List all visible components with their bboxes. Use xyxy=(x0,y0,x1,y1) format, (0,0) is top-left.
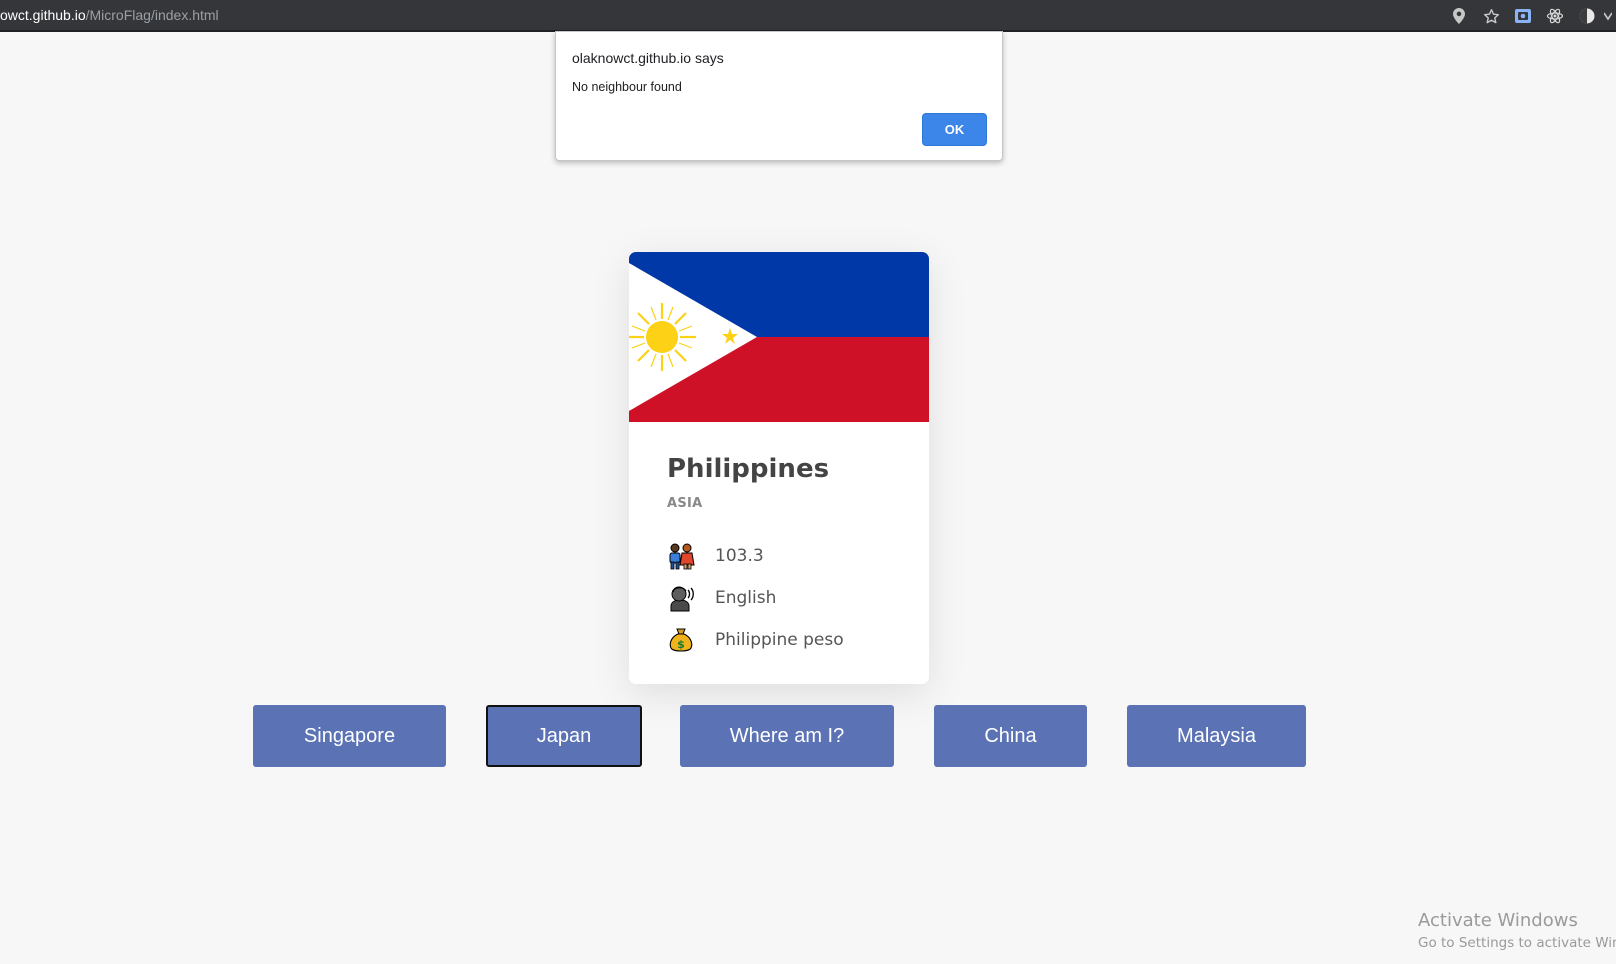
profile-icon[interactable] xyxy=(1578,7,1596,25)
dialog-message: No neighbour found xyxy=(572,80,682,94)
toolbar-icons xyxy=(1436,5,1612,27)
country-card: Philippines ASIA 103.3 English $ Philipp… xyxy=(629,252,929,684)
dialog-title: olaknowct.github.io says xyxy=(572,50,724,66)
money-bag-icon: $ xyxy=(667,626,695,654)
population-row: 103.3 xyxy=(667,541,764,571)
react-icon[interactable] xyxy=(1546,7,1564,25)
svg-text:$: $ xyxy=(677,638,685,651)
region-label: ASIA xyxy=(667,496,703,511)
ok-button[interactable]: OK xyxy=(922,113,987,146)
population-value: 103.3 xyxy=(715,546,764,566)
flag-image xyxy=(629,252,929,422)
where-am-i-button[interactable]: Where am I? xyxy=(680,705,894,767)
flag-sun xyxy=(629,303,696,371)
language-value: English xyxy=(715,588,777,608)
language-row: English xyxy=(667,583,776,613)
china-button[interactable]: China xyxy=(934,705,1087,767)
star-icon[interactable] xyxy=(1482,7,1500,25)
url-host: owct.github.io xyxy=(0,7,86,23)
people-icon xyxy=(667,542,695,570)
currency-row: $ Philippine peso xyxy=(667,625,844,655)
currency-value: Philippine peso xyxy=(715,630,844,650)
menu-chevron-icon[interactable] xyxy=(1604,7,1612,25)
speaking-head-icon xyxy=(667,584,695,612)
country-name: Philippines xyxy=(667,454,830,484)
address-bar[interactable]: owct.github.io/MicroFlag/index.html xyxy=(0,7,219,23)
watermark-subtitle: Go to Settings to activate Win xyxy=(1418,935,1616,951)
alert-dialog: olaknowct.github.io says No neighbour fo… xyxy=(555,31,1003,161)
malaysia-button[interactable]: Malaysia xyxy=(1127,705,1306,767)
singapore-button[interactable]: Singapore xyxy=(253,705,446,767)
extension-icon[interactable] xyxy=(1514,7,1532,25)
activate-windows-watermark: Activate Windows Go to Settings to activ… xyxy=(1418,910,1616,951)
location-icon[interactable] xyxy=(1450,7,1468,25)
japan-button[interactable]: Japan xyxy=(486,705,642,767)
url-path: /MicroFlag/index.html xyxy=(85,7,219,23)
watermark-title: Activate Windows xyxy=(1418,910,1578,931)
browser-toolbar: owct.github.io/MicroFlag/index.html xyxy=(0,0,1616,32)
